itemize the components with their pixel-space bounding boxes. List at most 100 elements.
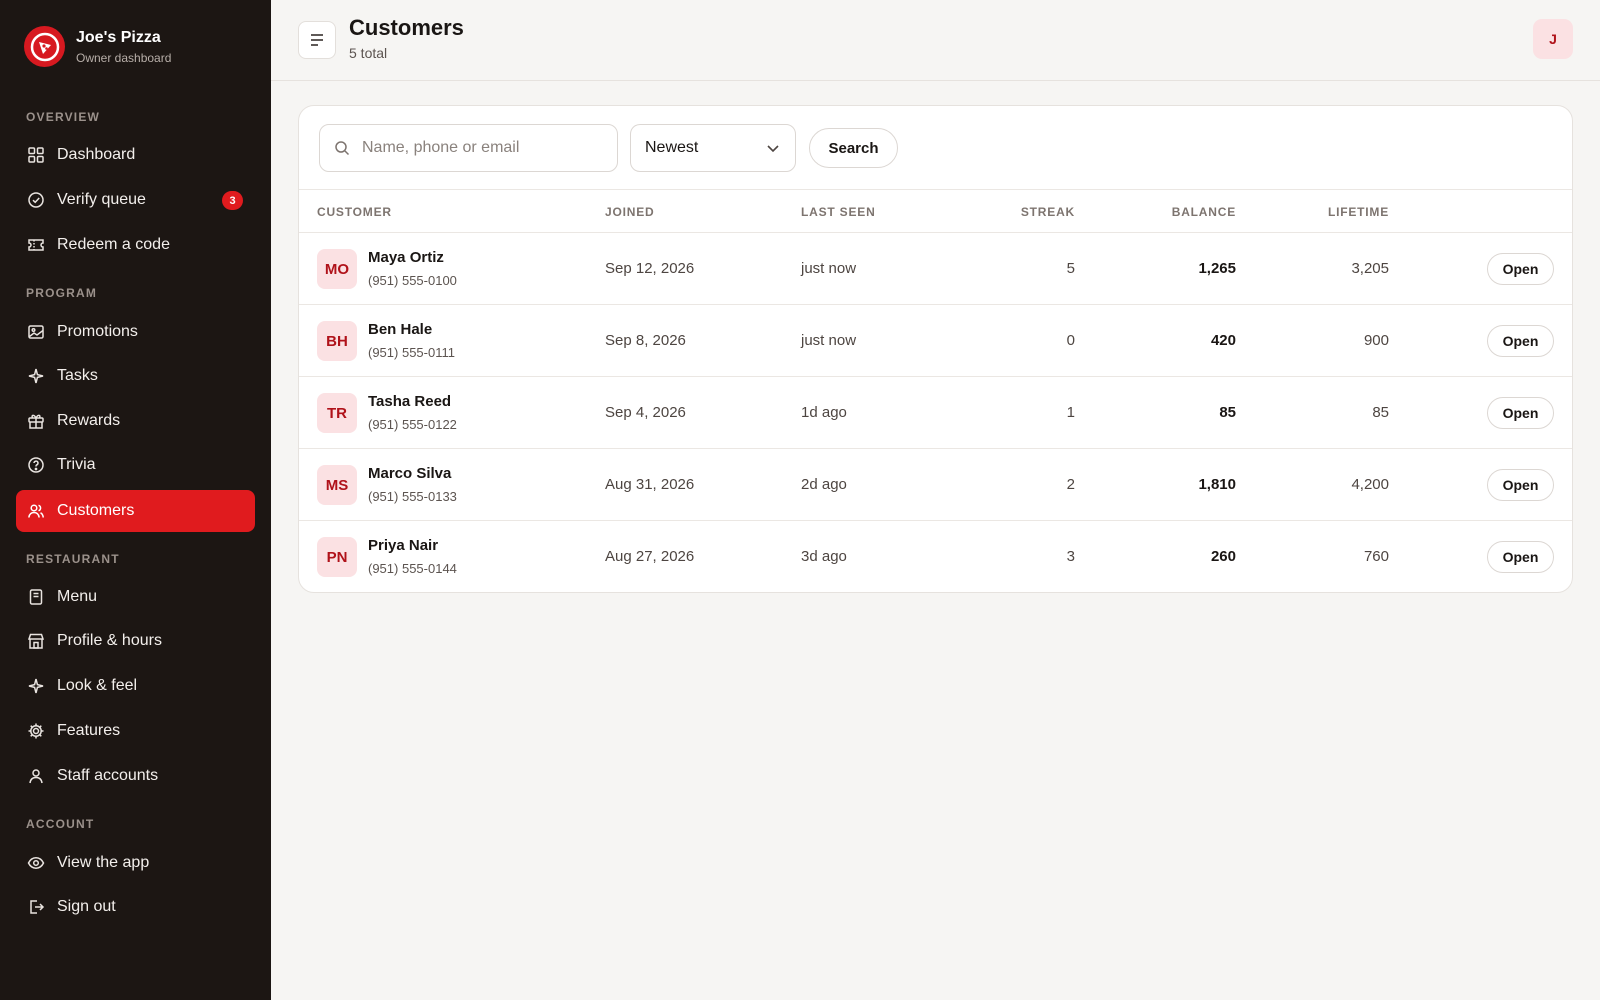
- open-button[interactable]: Open: [1487, 253, 1554, 285]
- table-row[interactable]: PN Priya Nair (951) 555-0144 Aug 27, 202…: [299, 521, 1572, 592]
- table-row[interactable]: BH Ben Hale (951) 555-0111 Sep 8, 2026 j…: [299, 305, 1572, 377]
- sidebar-item-label: Rewards: [57, 412, 121, 429]
- last-seen: 3d ago: [801, 548, 847, 565]
- avatar: MS: [317, 465, 357, 505]
- sidebar-item-menu[interactable]: Menu: [16, 576, 255, 618]
- balance-value: 1,265: [1198, 260, 1236, 277]
- sidebar-item-sign-out[interactable]: Sign out: [16, 886, 255, 928]
- brand: Joe's Pizza Owner dashboard: [24, 26, 171, 67]
- sidebar-item-label: Trivia: [57, 456, 96, 473]
- help-circle-icon: [28, 457, 44, 473]
- grid-icon: [28, 147, 44, 163]
- sidebar-item-label: Staff accounts: [57, 767, 159, 784]
- count-badge: 3: [222, 191, 243, 210]
- last-seen: 1d ago: [801, 404, 847, 421]
- sidebar-item-view-app[interactable]: View the app: [16, 842, 255, 884]
- sidebar-item-label: Menu: [57, 588, 98, 605]
- sidebar: Joe's Pizza Owner dashboard OVERVIEW Das…: [0, 0, 271, 1000]
- column-header-joined[interactable]: JOINED: [605, 205, 654, 219]
- page-subtitle: 5 total: [349, 45, 388, 61]
- brand-name: Joe's Pizza: [76, 28, 161, 46]
- avatar: TR: [317, 393, 357, 433]
- search-input[interactable]: [362, 139, 602, 157]
- streak-value: 3: [1066, 548, 1075, 565]
- balance-value: 420: [1210, 332, 1236, 349]
- ticket-icon: [28, 239, 44, 251]
- sort-select[interactable]: Newest: [630, 124, 796, 172]
- sidebar-item-trivia[interactable]: Trivia: [16, 444, 255, 486]
- open-button[interactable]: Open: [1487, 541, 1554, 573]
- table-row[interactable]: MO Maya Ortiz (951) 555-0100 Sep 12, 202…: [299, 233, 1572, 305]
- column-header-balance[interactable]: BALANCE: [1172, 205, 1236, 219]
- pizza-logo-icon: [24, 26, 65, 67]
- sidebar-item-tasks[interactable]: Tasks: [16, 355, 255, 397]
- customer-name: Tasha Reed: [368, 393, 452, 410]
- customer-phone: (951) 555-0133: [368, 489, 457, 504]
- customer-name: Maya Ortiz: [368, 249, 444, 266]
- menu-toggle-button[interactable]: [298, 21, 336, 59]
- sidebar-item-dashboard[interactable]: Dashboard: [16, 134, 255, 176]
- search-button[interactable]: Search: [809, 128, 898, 168]
- column-header-lifetime[interactable]: LIFETIME: [1328, 205, 1389, 219]
- image-icon: [28, 325, 44, 339]
- streak-value: 2: [1066, 476, 1075, 493]
- avatar: BH: [317, 321, 357, 361]
- sidebar-item-label: Features: [57, 722, 121, 739]
- sidebar-item-features[interactable]: Features: [16, 710, 255, 752]
- sparkle-icon: [28, 678, 44, 694]
- sidebar-item-verify-queue[interactable]: Verify queue 3: [16, 179, 255, 221]
- streak-value: 1: [1066, 404, 1075, 421]
- sort-selected-value: Newest: [645, 139, 699, 156]
- sidebar-item-profile-hours[interactable]: Profile & hours: [16, 620, 255, 662]
- eye-icon: [27, 857, 45, 869]
- joined-date: Aug 31, 2026: [605, 476, 695, 493]
- balance-value: 260: [1210, 548, 1236, 565]
- sidebar-item-promotions[interactable]: Promotions: [16, 311, 255, 353]
- sidebar-item-staff-accounts[interactable]: Staff accounts: [16, 755, 255, 797]
- sidebar-item-label: Dashboard: [57, 146, 136, 163]
- column-header-customer[interactable]: CUSTOMER: [317, 205, 392, 219]
- chevron-down-icon: [767, 145, 779, 153]
- avatar: PN: [317, 537, 357, 577]
- sidebar-item-label: Profile & hours: [57, 632, 162, 649]
- sidebar-item-label: Look & feel: [57, 677, 138, 694]
- customer-name: Ben Hale: [368, 321, 433, 338]
- sparkle-icon: [28, 368, 44, 384]
- open-button[interactable]: Open: [1487, 325, 1554, 357]
- joined-date: Sep 4, 2026: [605, 404, 686, 421]
- column-header-last-seen[interactable]: LAST SEEN: [801, 205, 876, 219]
- streak-value: 0: [1066, 332, 1075, 349]
- table-row[interactable]: MS Marco Silva (951) 555-0133 Aug 31, 20…: [299, 449, 1572, 521]
- last-seen: just now: [801, 260, 857, 277]
- open-button[interactable]: Open: [1487, 469, 1554, 501]
- sidebar-item-label: Tasks: [57, 367, 98, 384]
- users-icon: [28, 504, 45, 518]
- sidebar-item-customers[interactable]: Customers: [16, 490, 255, 532]
- sidebar-item-redeem-code[interactable]: Redeem a code: [16, 224, 255, 266]
- open-button[interactable]: Open: [1487, 397, 1554, 429]
- search-field[interactable]: [319, 124, 618, 172]
- section-label-restaurant: RESTAURANT: [26, 552, 120, 566]
- logout-icon: [30, 900, 45, 914]
- balance-value: 85: [1219, 404, 1236, 421]
- section-label-overview: OVERVIEW: [26, 110, 101, 124]
- table-row[interactable]: TR Tasha Reed (951) 555-0122 Sep 4, 2026…: [299, 377, 1572, 449]
- menu-doc-icon: [29, 589, 43, 605]
- joined-date: Aug 27, 2026: [605, 548, 695, 565]
- customer-phone: (951) 555-0100: [368, 273, 457, 288]
- balance-value: 1,810: [1198, 476, 1236, 493]
- sidebar-item-label: Verify queue: [57, 191, 146, 208]
- column-header-streak[interactable]: STREAK: [1021, 205, 1075, 219]
- customer-phone: (951) 555-0111: [368, 345, 455, 360]
- lifetime-value: 85: [1372, 404, 1389, 421]
- joined-date: Sep 8, 2026: [605, 332, 686, 349]
- lifetime-value: 4,200: [1351, 476, 1389, 493]
- table-header: CUSTOMER JOINED LAST SEEN STREAK BALANCE…: [299, 189, 1572, 233]
- sidebar-item-look-feel[interactable]: Look & feel: [16, 665, 255, 707]
- store-icon: [27, 633, 45, 649]
- customer-name: Priya Nair: [368, 537, 439, 554]
- sidebar-item-rewards[interactable]: Rewards: [16, 400, 255, 442]
- gear-icon: [28, 723, 44, 739]
- brand-subtitle: Owner dashboard: [76, 50, 172, 65]
- account-avatar-button[interactable]: J: [1533, 19, 1573, 59]
